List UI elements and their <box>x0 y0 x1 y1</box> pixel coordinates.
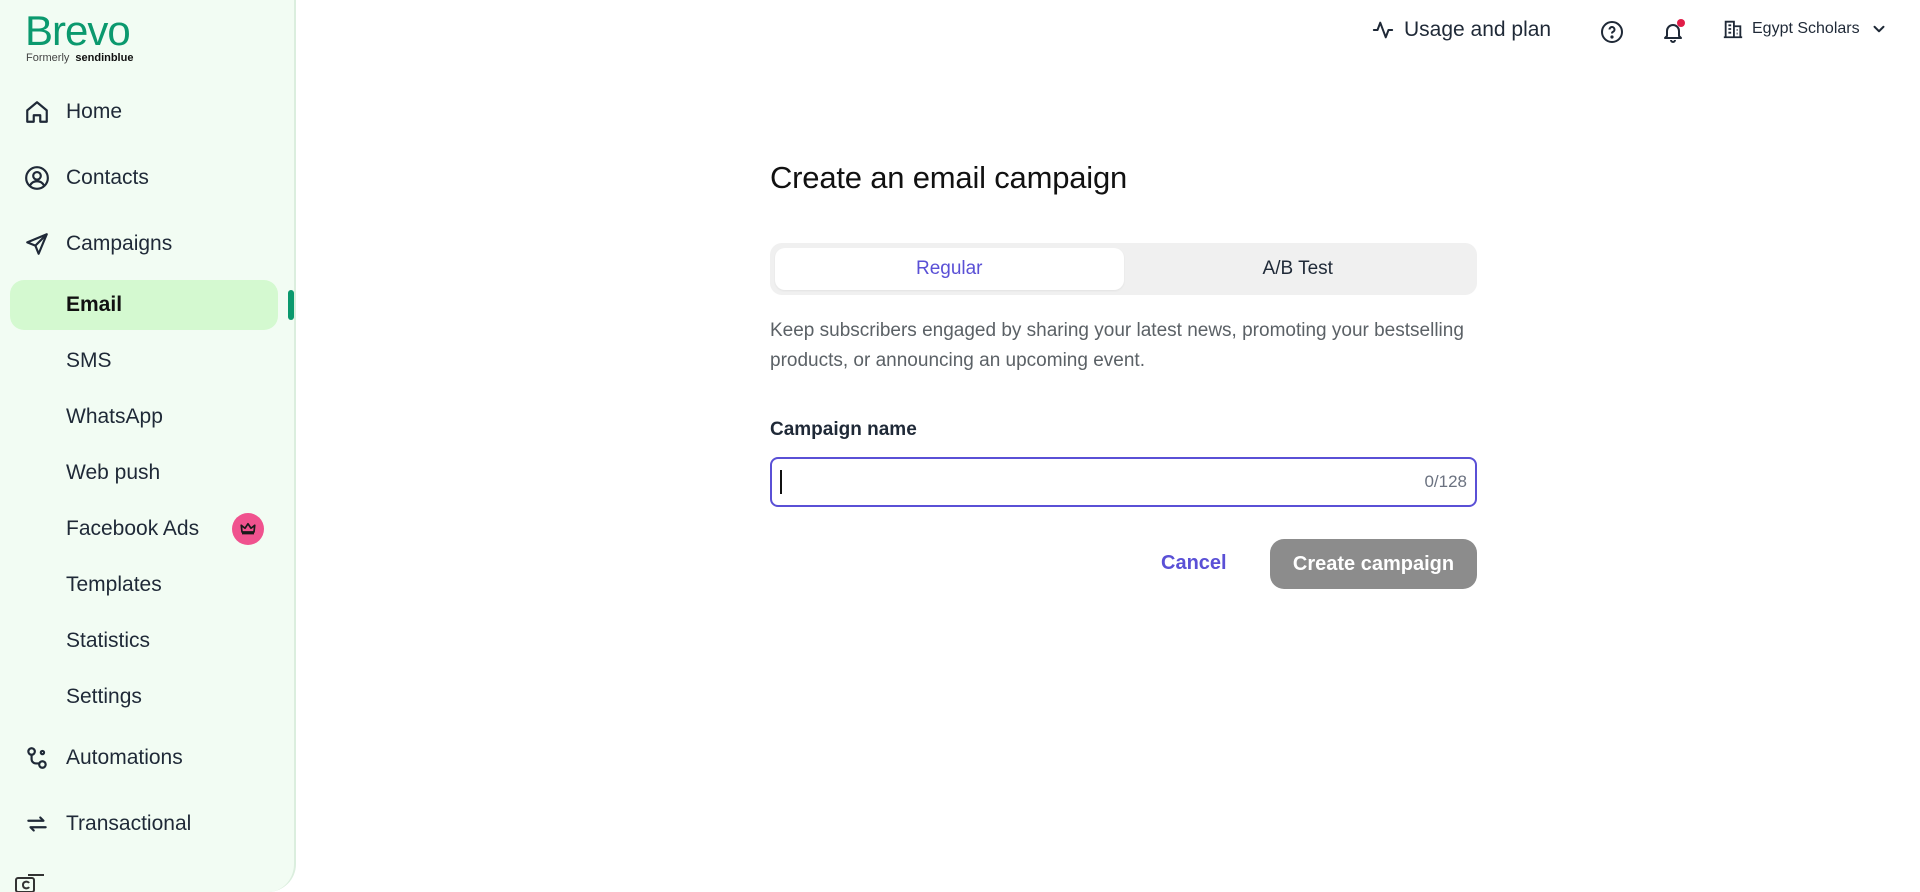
help-button[interactable] <box>1598 18 1626 46</box>
campaign-name-input[interactable] <box>782 471 1425 493</box>
contacts-icon <box>25 166 49 190</box>
create-campaign-button[interactable]: Create campaign <box>1270 539 1477 589</box>
campaign-name-field[interactable]: 0/128 <box>770 457 1477 507</box>
sidebar-item-templates[interactable]: Templates <box>10 560 278 610</box>
notification-dot <box>1677 19 1685 27</box>
chevron-down-icon <box>1873 25 1885 33</box>
page-title: Create an email campaign <box>770 160 1128 195</box>
usage-and-plan-button[interactable]: Usage and plan <box>1372 18 1551 42</box>
sidebar-item-email[interactable]: Email <box>10 280 278 330</box>
transactional-icon <box>27 816 47 832</box>
cancel-button[interactable]: Cancel <box>1161 552 1227 575</box>
activity-icon <box>1372 21 1394 39</box>
sidebar-item-statistics[interactable]: Statistics <box>10 616 278 666</box>
account-menu[interactable]: Egypt Scholars <box>1722 18 1888 40</box>
campaign-type-tabs: Regular A/B Test <box>770 243 1477 295</box>
brevo-logo[interactable]: Brevo Formerly sendinblue <box>25 7 133 65</box>
active-indicator <box>288 290 294 320</box>
sidebar-item-label: Statistics <box>66 629 151 652</box>
sidebar-item-automations[interactable]: Automations <box>24 738 183 778</box>
sidebar-item-label: Facebook Ads <box>66 517 200 540</box>
sidebar-item-label: SMS <box>66 349 112 372</box>
account-name: Egypt Scholars <box>1752 20 1860 37</box>
building-icon <box>1723 20 1743 39</box>
formerly-name: sendinblue <box>75 52 134 64</box>
sidebar-item-label: Web push <box>66 461 161 484</box>
tab-ab-test[interactable]: A/B Test <box>1124 248 1473 290</box>
sidebar-item-label: Email <box>66 293 123 316</box>
help-icon <box>1601 21 1623 43</box>
sidebar-item-label: Home <box>66 100 123 123</box>
crown-icon <box>232 513 264 545</box>
sidebar-item-label: WhatsApp <box>66 405 163 428</box>
sidebar: Brevo Formerly sendinblue Home Contacts … <box>0 0 296 892</box>
sidebar-item-settings[interactable]: Settings <box>10 672 278 722</box>
logo-wordmark: Brevo <box>25 7 131 54</box>
tab-regular[interactable]: Regular <box>775 248 1124 290</box>
sidebar-item-web-push[interactable]: Web push <box>10 448 278 498</box>
home-icon <box>26 101 48 123</box>
logo-formerly: Formerly sendinblue <box>25 52 133 64</box>
sidebar-item-label: Transactional <box>66 812 192 835</box>
sidebar-item-label: Automations <box>66 746 183 769</box>
sidebar-item-contacts[interactable]: Contacts <box>24 158 149 198</box>
sidebar-item-transactional[interactable]: Transactional <box>24 804 191 844</box>
sidebar-item-label: Templates <box>66 573 162 596</box>
chat-icon[interactable] <box>14 872 46 892</box>
sidebar-item-label: Contacts <box>66 166 149 189</box>
campaign-name-label: Campaign name <box>770 419 917 440</box>
sidebar-item-whatsapp[interactable]: WhatsApp <box>10 392 278 442</box>
sidebar-item-label: Settings <box>66 685 142 708</box>
sidebar-item-label: Campaigns <box>66 232 173 255</box>
formerly-label: Formerly <box>26 52 70 64</box>
campaign-description: Keep subscribers engaged by sharing your… <box>770 320 1464 371</box>
notifications-button[interactable] <box>1659 18 1687 46</box>
sidebar-item-campaigns[interactable]: Campaigns <box>24 224 172 264</box>
sidebar-item-home[interactable]: Home <box>24 92 122 132</box>
automations-icon <box>27 747 47 769</box>
sidebar-item-sms[interactable]: SMS <box>10 336 278 386</box>
character-counter: 0/128 <box>1424 472 1467 491</box>
usage-label: Usage and plan <box>1404 18 1552 41</box>
send-icon <box>26 233 48 255</box>
